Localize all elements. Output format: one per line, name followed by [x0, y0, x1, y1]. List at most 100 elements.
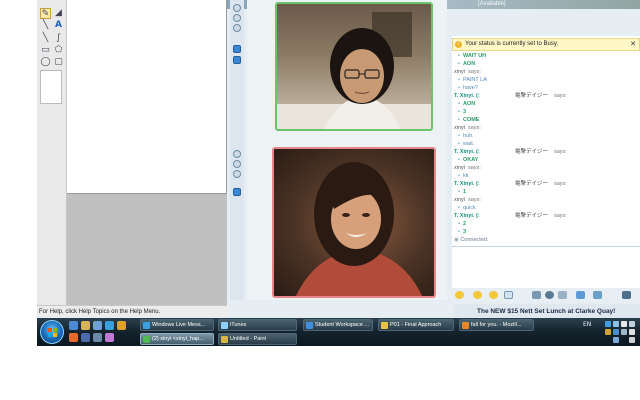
remote-person-image	[277, 12, 431, 129]
windows-logo-icon	[48, 328, 58, 338]
power-tray-icon[interactable]	[629, 337, 635, 343]
bluetooth-tray-icon[interactable]	[613, 329, 619, 335]
photos-icon[interactable]	[558, 291, 567, 299]
chat-message: • have?	[458, 85, 478, 91]
messenger-quicklaunch-icon[interactable]	[105, 321, 114, 330]
background-icon[interactable]	[532, 291, 541, 299]
chat-sender-line: T. Xinyi. (: 電撃デイジー says:	[454, 181, 567, 187]
chat-sender-line: T. Xinyi. (: 電撃デイジー says:	[454, 213, 567, 219]
settings-icon[interactable]	[233, 4, 241, 12]
language-indicator[interactable]: EN	[583, 320, 591, 330]
start-button[interactable]	[40, 320, 64, 344]
paint-canvas-area	[67, 0, 227, 305]
volume-tray-icon[interactable]	[629, 329, 635, 335]
brush-tool-icon[interactable]: ╲	[40, 20, 51, 31]
firefox-icon	[462, 322, 469, 329]
volume-icon[interactable]	[233, 14, 241, 22]
webcam-icon[interactable]	[233, 56, 241, 64]
messenger-tray-icon[interactable]	[605, 321, 611, 327]
status-notice-bar: i Your status is currently set to Busy. …	[452, 38, 640, 51]
advertisement-bar[interactable]: The NEW $15 Nett Set Lunch at Clarke Qua…	[454, 304, 640, 318]
chat-sender-line: T. Xinyi. (: 電撃デイジー says:	[454, 149, 567, 155]
security-tray-icon[interactable]	[605, 329, 611, 335]
chat-message: • kk	[458, 173, 469, 179]
chat-message: • quick	[458, 205, 476, 211]
video-panel	[247, 0, 447, 300]
messenger-icon	[143, 336, 150, 343]
paint-toolbox: ✎ ◢ ╲ A ╲ ∫ ▭ ⬠ ◯ ▢	[37, 0, 67, 305]
emoticon-icon[interactable]	[455, 291, 464, 299]
close-icon[interactable]: ✕	[630, 39, 636, 50]
polygon-tool-icon[interactable]: ⬠	[53, 45, 64, 56]
tray-icon[interactable]	[629, 321, 635, 327]
rectangle-tool-icon[interactable]: ▭	[40, 45, 51, 56]
local-person-image	[295, 162, 423, 296]
text-tool-icon[interactable]: A	[53, 20, 64, 31]
taskbar-button[interactable]: Untitled - Paint	[218, 333, 297, 345]
voice-clip-icon[interactable]	[504, 291, 513, 299]
app-quicklaunch-icon[interactable]	[93, 333, 102, 342]
input-toolbar	[452, 288, 640, 302]
switch-windows-icon[interactable]	[93, 321, 102, 330]
chat-message: • WAIT UH	[458, 53, 487, 59]
chat-alias: 電撃デイジー	[515, 149, 549, 155]
microphone-icon[interactable]	[233, 24, 241, 32]
show-desktop-icon[interactable]	[69, 321, 78, 330]
ie-icon	[306, 322, 313, 329]
paint-canvas[interactable]	[67, 0, 227, 194]
chat-sender-line: xinyi says:	[454, 165, 481, 171]
taskbar-button[interactable]: iTunes	[218, 319, 297, 331]
firefox-quicklaunch-icon[interactable]	[69, 333, 78, 342]
chat-message: • 2	[458, 221, 466, 227]
taskbar-button-label: P01 - Final Approach	[390, 322, 442, 328]
curve-tool-icon[interactable]: ∫	[53, 33, 64, 44]
line-tool-icon[interactable]: ╲	[40, 33, 51, 44]
display-tray-icon[interactable]	[621, 329, 627, 335]
advertisement-text[interactable]: The NEW $15 Nett Set Lunch at Clarke Qua…	[477, 307, 615, 317]
remote-webcam-feed	[275, 2, 433, 131]
taskbar-button-label: fall for you. - Mozill...	[471, 322, 522, 328]
chat-sender-line: T. Xinyi. (: 電撃デイジー says:	[454, 93, 567, 99]
camera-settings-icon[interactable]	[233, 150, 241, 158]
rounded-rect-tool-icon[interactable]: ▢	[53, 57, 64, 68]
tool-options-box[interactable]	[40, 70, 62, 104]
chat-message: • 3	[458, 229, 466, 235]
taskbar-button[interactable]: fall for you. - Mozill...	[459, 319, 534, 331]
taskbar-button[interactable]: Student Workspace ...	[303, 319, 373, 331]
taskbar-button[interactable]: (2) xinyi <xinyi_hap...	[140, 333, 214, 345]
chat-alias: 電撃デイジー	[515, 213, 549, 219]
ellipse-tool-icon[interactable]: ◯	[40, 57, 51, 68]
mic-level-icon[interactable]	[233, 160, 241, 168]
paint-window: ✎ ◢ ╲ A ╲ ∫ ▭ ⬠ ◯ ▢ For Help, click Help…	[37, 0, 227, 318]
taskbar-button[interactable]: Windows Live Mess...	[140, 319, 214, 331]
chat-message: • 1	[458, 189, 466, 195]
volume-slider-icon[interactable]	[233, 45, 241, 53]
fill-tool-icon[interactable]: ◢	[53, 8, 64, 19]
itunes-quicklaunch-icon[interactable]	[105, 333, 114, 342]
nudge-icon[interactable]	[489, 291, 498, 299]
message-input[interactable]	[452, 246, 640, 288]
pencil-tool-icon[interactable]: ✎	[40, 8, 51, 19]
slider-thumb-icon[interactable]	[233, 170, 241, 178]
taskbar-button[interactable]: P01 - Final Approach	[378, 319, 454, 331]
share-icon[interactable]	[576, 291, 585, 299]
taskbar-button-label: Student Workspace ...	[315, 322, 370, 328]
network-tray-icon[interactable]	[613, 321, 619, 327]
taskbar-button-label: iTunes	[230, 322, 247, 328]
games-icon[interactable]	[545, 291, 554, 299]
itunes-icon	[221, 322, 228, 329]
speaker-icon[interactable]	[233, 188, 241, 196]
folder-icon[interactable]	[81, 321, 90, 330]
chat-sender-line: xinyi says:	[454, 69, 481, 75]
chat-sender-line: xinyi says:	[454, 197, 481, 203]
chat-message: • COME	[458, 117, 480, 123]
wink-icon[interactable]	[473, 291, 482, 299]
activities-icon[interactable]	[593, 291, 602, 299]
clock-tray-icon[interactable]	[621, 321, 627, 327]
explorer-quicklaunch-icon[interactable]	[117, 321, 126, 330]
media-player-icon[interactable]	[81, 333, 90, 342]
font-icon[interactable]	[622, 291, 631, 299]
update-tray-icon[interactable]	[613, 337, 619, 343]
chat-sender-line: xinyi says:	[454, 125, 481, 131]
taskbar-button-label: Untitled - Paint	[230, 336, 267, 342]
